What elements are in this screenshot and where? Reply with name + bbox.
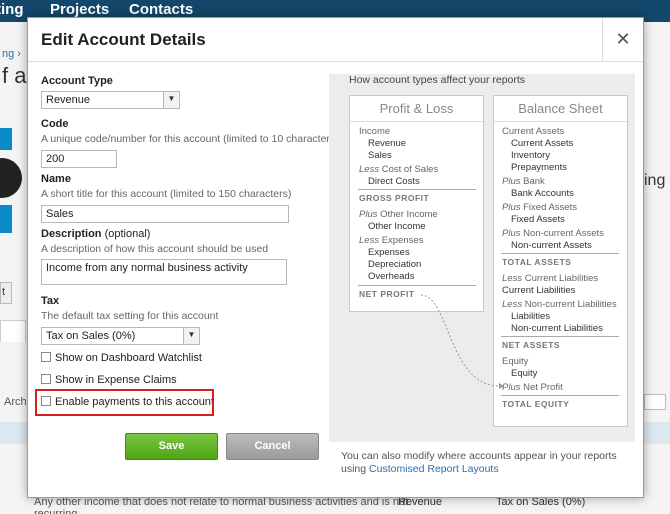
dialog-header: Edit Account Details ✕ (28, 18, 643, 62)
tax-hint: The default tax setting for this account (41, 310, 219, 322)
expense-claims-option[interactable]: Show in Expense Claims (41, 374, 177, 386)
description-label: Description (optional) (41, 228, 150, 240)
description-hint: A description of how this account should… (41, 243, 269, 255)
background-tab[interactable] (0, 320, 26, 342)
background-button[interactable]: t (0, 282, 12, 304)
cancel-button[interactable]: Cancel (226, 433, 319, 460)
description-label-text: Description (41, 228, 102, 240)
expense-claims-checkbox[interactable] (41, 374, 51, 384)
code-label: Code (41, 118, 69, 130)
account-type-value: Revenue (46, 94, 91, 106)
nav-item-projects[interactable]: Projects (50, 1, 109, 18)
dashboard-watchlist-option[interactable]: Show on Dashboard Watchlist (41, 352, 202, 364)
customised-report-layouts-link[interactable]: Customised Report Layouts (369, 463, 499, 475)
name-hint: A short title for this account (limited … (41, 188, 292, 200)
save-button[interactable]: Save (125, 433, 218, 460)
expense-claims-label: Show in Expense Claims (55, 374, 177, 386)
background-graphic (0, 128, 12, 150)
tax-label: Tax (41, 295, 60, 307)
dialog-title: Edit Account Details (41, 30, 206, 49)
background-heading: ing (644, 172, 666, 189)
name-label: Name (41, 173, 71, 185)
account-type-label: Account Type (41, 75, 113, 87)
code-input[interactable]: 200 (41, 150, 117, 168)
description-textarea[interactable]: Income from any normal business activity (41, 259, 287, 285)
background-archive-tab[interactable]: Arch (4, 396, 27, 408)
tax-select[interactable]: Tax on Sales (0%) ▼ (41, 327, 200, 345)
net-profit-connector (420, 294, 504, 389)
close-icon: ✕ (615, 29, 631, 49)
description-optional: (optional) (104, 228, 151, 240)
code-hint: A unique code/number for this account (l… (41, 133, 339, 145)
name-input[interactable]: Sales (41, 205, 289, 223)
breadcrumb[interactable]: ng › (2, 48, 21, 60)
footer-note: You can also modify where accounts appea… (341, 450, 617, 462)
close-button[interactable]: ✕ (602, 18, 643, 62)
report-types-panel: How account types affect your reports Pr… (329, 74, 635, 442)
background-row-description-cont: recurring (34, 508, 78, 514)
enable-payments-highlight (35, 389, 214, 416)
account-type-select[interactable]: Revenue ▼ (41, 91, 180, 109)
dashboard-watchlist-checkbox[interactable] (41, 352, 51, 362)
footer-note-line2: using Customised Report Layouts (341, 463, 499, 475)
chevron-down-icon: ▼ (183, 328, 199, 344)
tax-value: Tax on Sales (0%) (46, 330, 136, 342)
chevron-down-icon: ▼ (163, 92, 179, 108)
footer-note-prefix: using (341, 463, 370, 475)
nav-item-accounting[interactable]: ting (0, 1, 24, 18)
background-graphic (0, 205, 12, 233)
dashboard-watchlist-label: Show on Dashboard Watchlist (55, 352, 202, 364)
edit-account-dialog: Edit Account Details ✕ Account Type Reve… (27, 17, 644, 498)
background-control[interactable] (644, 394, 666, 410)
nav-item-contacts[interactable]: Contacts (129, 1, 193, 18)
